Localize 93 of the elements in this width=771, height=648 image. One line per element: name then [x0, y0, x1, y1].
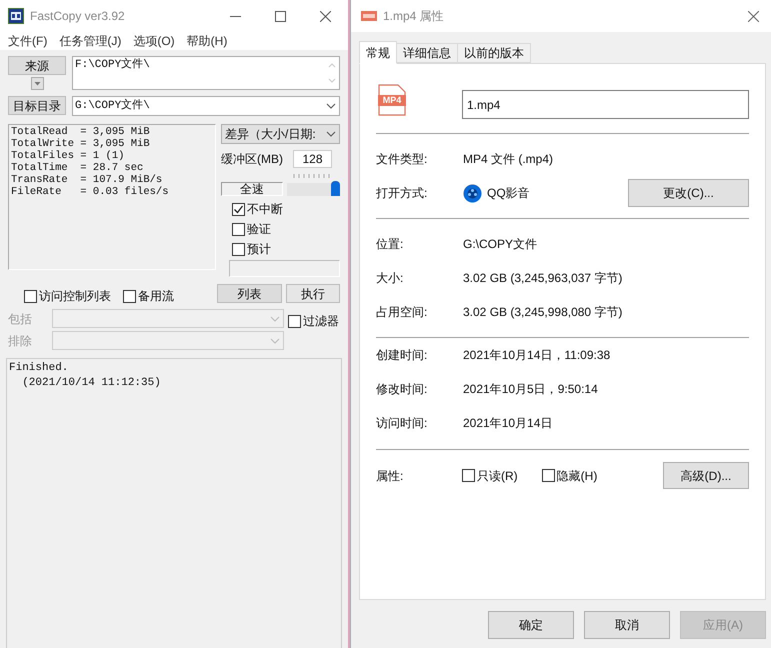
- mode-value: 差异（大小/日期:: [225, 126, 317, 143]
- list-button[interactable]: 列表: [217, 284, 282, 302]
- filter-checkbox[interactable]: 过滤器: [288, 312, 339, 330]
- menu-item[interactable]: 帮助(H): [186, 32, 228, 50]
- checkbox-label: 隐藏(H): [556, 468, 598, 484]
- checkbox-label: 预计: [247, 241, 271, 258]
- source-path: F:\COPY文件\: [74, 57, 151, 73]
- attribute-checkbox[interactable]: 只读(R): [462, 466, 518, 484]
- slider-thumb[interactable]: [331, 181, 340, 196]
- menu-item[interactable]: 任务管理(J): [59, 32, 122, 50]
- property-value: 2021年10月14日，11:09:38: [463, 347, 610, 364]
- source-button[interactable]: 来源: [8, 56, 66, 75]
- option-checkbox[interactable]: 预计: [232, 240, 340, 258]
- stat-line: TotalTime = 28.7 sec: [11, 162, 144, 174]
- maximize-icon[interactable]: [275, 10, 286, 22]
- tab[interactable]: 以前的版本: [458, 43, 531, 63]
- stat-line: TransRate = 107.9 MiB/s: [11, 174, 164, 186]
- checkbox-label: 过滤器: [303, 313, 339, 330]
- checkbox[interactable]: [123, 290, 136, 302]
- checkbox-label: 只读(R): [477, 468, 518, 484]
- menu-item[interactable]: 文件(F): [8, 32, 48, 50]
- target-path-combo[interactable]: G:\COPY文件\: [72, 96, 340, 116]
- chevron-down-icon: [270, 338, 280, 344]
- chevron-down-icon: [326, 103, 336, 109]
- checkbox[interactable]: [232, 242, 245, 256]
- tab[interactable]: 详细信息: [397, 43, 458, 63]
- property-label: 修改时间:: [376, 381, 428, 398]
- file-icon: [378, 84, 406, 116]
- window-title: 1.mp4 属性: [383, 8, 444, 25]
- target-path: G:\COPY文件\: [74, 98, 151, 114]
- property-value: 3.02 GB (3,245,998,080 字节): [463, 304, 622, 321]
- checkbox[interactable]: [462, 469, 475, 482]
- buffer-label: 缓冲区(MB): [221, 151, 283, 168]
- file-type-value: MP4 文件 (.mp4): [463, 151, 554, 168]
- checkbox[interactable]: [232, 202, 245, 216]
- option-checkbox[interactable]: 验证: [232, 220, 340, 238]
- property-label: 位置:: [376, 236, 404, 253]
- app-icon: [8, 8, 24, 24]
- checkbox-label: 不中断: [247, 201, 283, 218]
- property-label: 打开方式:: [376, 185, 428, 202]
- filter-label: 包括: [8, 310, 33, 328]
- app-name: QQ影音: [487, 185, 530, 202]
- checkbox[interactable]: [232, 222, 245, 236]
- property-label: 文件类型:: [376, 151, 428, 168]
- property-label: 创建时间:: [376, 347, 428, 364]
- film-reel-icon: [463, 184, 482, 202]
- property-label: 占用空间:: [376, 304, 428, 321]
- checkbox[interactable]: [24, 290, 37, 302]
- checkbox-label: 验证: [247, 221, 271, 238]
- chevron-down-icon: [326, 131, 336, 137]
- mode-dropdown[interactable]: 差异（大小/日期:: [221, 124, 340, 144]
- property-label: 属性:: [376, 468, 404, 484]
- tab[interactable]: 常规: [359, 41, 397, 64]
- checkbox[interactable]: [288, 314, 301, 328]
- file-type-label: MP4: [382, 95, 402, 106]
- execute-button[interactable]: 执行: [286, 284, 340, 302]
- log-line: (2021/10/14 11:12:35): [21, 376, 162, 391]
- checkbox-label: 备用流: [138, 288, 174, 305]
- speed-slider[interactable]: [287, 174, 340, 196]
- stat-line: FileRate = 0.03 files/s: [11, 186, 170, 198]
- file-name-field[interactable]: 1.mp4: [462, 90, 749, 119]
- property-value: 3.02 GB (3,245,963,037 字节): [463, 270, 622, 287]
- close-icon[interactable]: [748, 10, 759, 22]
- full-speed-button[interactable]: 全速: [221, 182, 283, 196]
- property-value: 2021年10月5日，9:50:14: [463, 381, 598, 398]
- check-icon: [233, 204, 244, 214]
- property-label: 大小:: [376, 270, 404, 287]
- log-line: Finished.: [9, 361, 70, 376]
- option-checkbox[interactable]: 备用流: [123, 287, 174, 305]
- option-checkbox[interactable]: 访问控制列表: [24, 287, 111, 305]
- source-path-field[interactable]: F:\COPY文件\: [72, 56, 340, 90]
- attribute-checkbox[interactable]: 隐藏(H): [542, 466, 598, 484]
- menu-item[interactable]: 选项(O): [133, 32, 175, 50]
- checkbox-label: 访问控制列表: [39, 288, 111, 305]
- stat-line: TotalWrite = 3,095 MiB: [11, 138, 151, 150]
- file-icon: [361, 9, 377, 23]
- close-icon[interactable]: [320, 10, 331, 22]
- stat-line: TotalRead = 3,095 MiB: [11, 126, 151, 138]
- window-title: FastCopy ver3.92: [30, 8, 125, 25]
- chevron-down-icon: [270, 316, 280, 322]
- stat-line: TotalFiles = 1 (1): [11, 150, 126, 162]
- change-button[interactable]: 更改(C)...: [628, 179, 749, 207]
- property-value: 2021年10月14日: [463, 415, 552, 432]
- advanced-button[interactable]: 高级(D)...: [663, 462, 749, 489]
- dialog-button[interactable]: 取消: [584, 611, 670, 639]
- option-checkbox[interactable]: 不中断: [232, 200, 340, 218]
- target-button[interactable]: 目标目录: [8, 96, 66, 115]
- buffer-field[interactable]: 128: [293, 150, 332, 168]
- dialog-button[interactable]: 确定: [488, 611, 574, 639]
- property-value: G:\COPY文件: [463, 236, 538, 253]
- checkbox[interactable]: [542, 469, 555, 482]
- property-label: 访问时间:: [376, 415, 428, 432]
- filter-label: 排除: [8, 332, 33, 350]
